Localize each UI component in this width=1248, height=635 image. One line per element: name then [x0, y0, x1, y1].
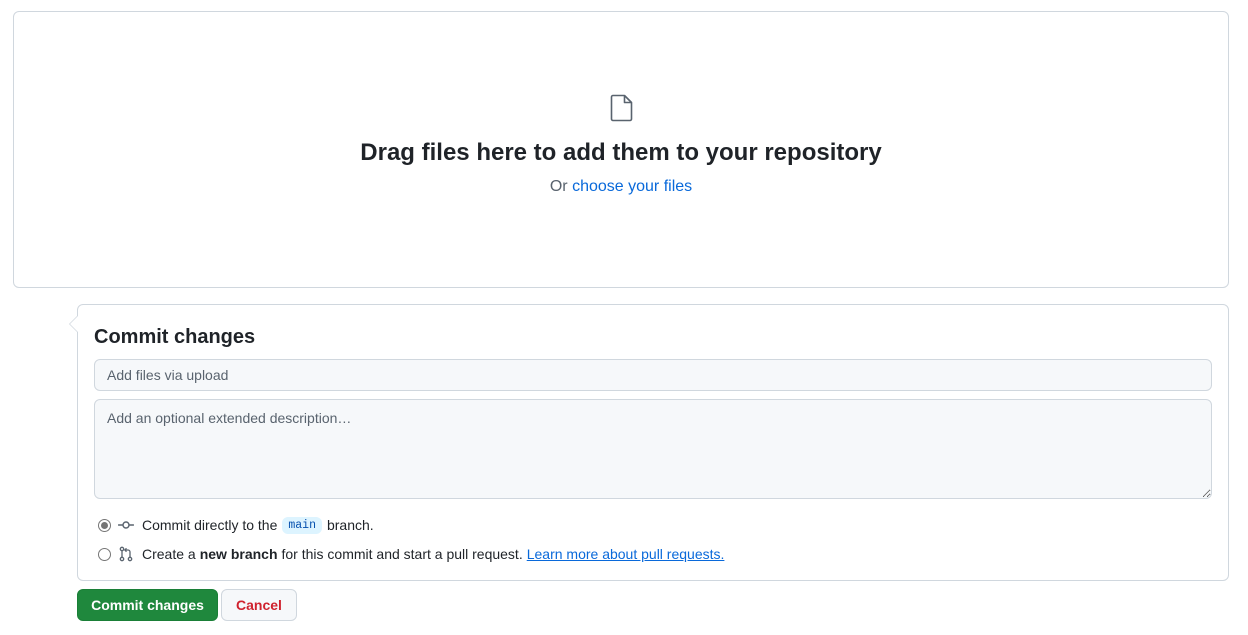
panel-caret-inner	[70, 316, 78, 332]
new-branch-suffix: for this commit and start a pull request…	[281, 546, 523, 562]
commit-changes-button[interactable]: Commit changes	[77, 589, 218, 621]
commit-direct-prefix: Commit directly to the	[142, 517, 278, 533]
commit-direct-option[interactable]: Commit directly to the main branch.	[98, 515, 374, 535]
git-pull-request-icon	[119, 546, 133, 562]
cancel-button[interactable]: Cancel	[221, 589, 297, 621]
new-branch-prefix: Create a	[142, 546, 196, 562]
new-branch-radio[interactable]	[98, 547, 111, 561]
learn-more-pull-requests-link[interactable]: Learn more about pull requests.	[527, 546, 725, 562]
file-dropzone[interactable]: Drag files here to add them to your repo…	[13, 11, 1229, 288]
dropzone-subtitle: Or choose your files	[14, 178, 1228, 196]
new-branch-bold: new branch	[199, 546, 278, 562]
commit-direct-radio[interactable]	[98, 518, 111, 532]
commit-description-input[interactable]	[94, 399, 1212, 499]
choose-files-link[interactable]: choose your files	[572, 178, 692, 195]
file-icon	[610, 94, 633, 122]
dropzone-or-text: Or	[549, 178, 568, 195]
branch-name-badge: main	[282, 516, 322, 534]
commit-summary-input[interactable]	[94, 359, 1212, 391]
commit-title: Commit changes	[94, 326, 256, 348]
new-branch-option[interactable]: Create a new branch for this commit and …	[98, 544, 724, 564]
dropzone-title: Drag files here to add them to your repo…	[360, 139, 882, 166]
git-commit-icon	[118, 521, 134, 529]
commit-changes-panel: Commit changes Commit directly to the ma…	[69, 304, 1229, 581]
commit-direct-suffix: branch.	[326, 517, 374, 533]
